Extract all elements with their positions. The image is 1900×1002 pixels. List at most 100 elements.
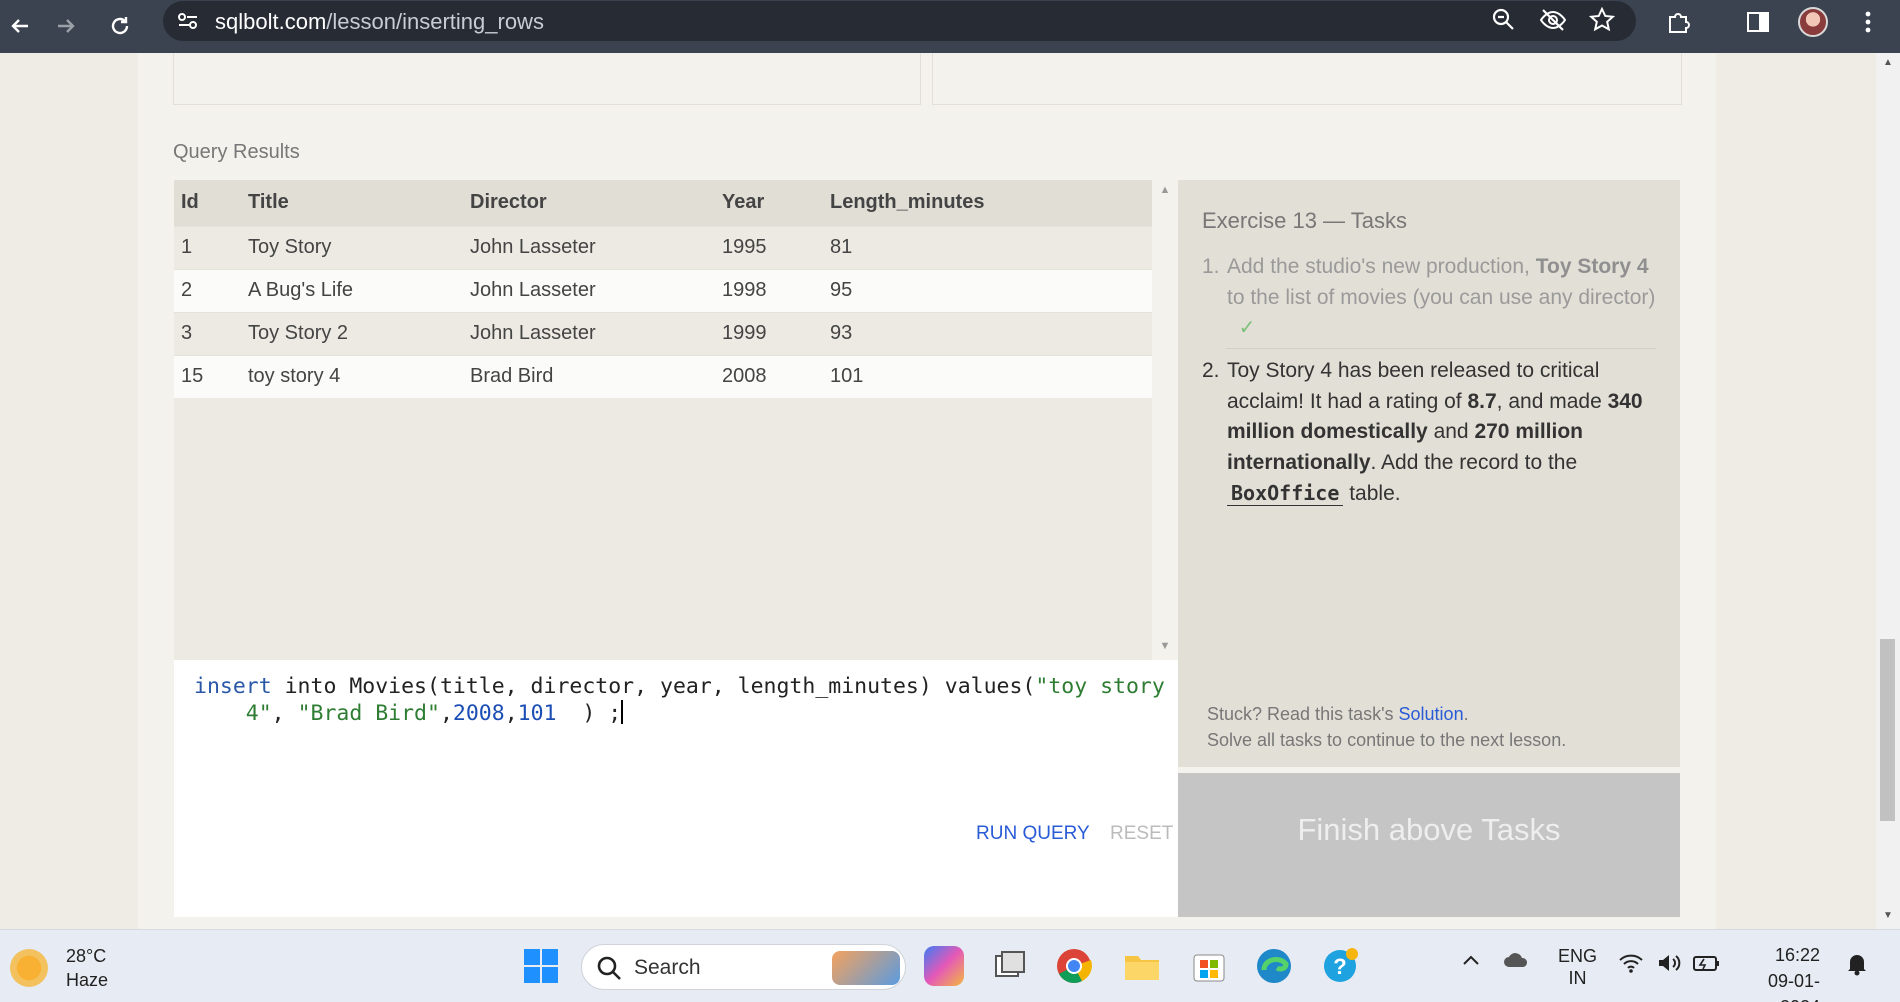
query-results-table: Id Title Director Year Length_minutes 1 …	[174, 180, 1152, 660]
reset-button[interactable]: RESET	[1110, 823, 1173, 845]
search-highlight-image	[832, 951, 900, 985]
task-view-icon[interactable]	[990, 946, 1030, 986]
code-text: ,	[439, 701, 453, 726]
battery-icon[interactable]	[1692, 952, 1720, 979]
system-clock[interactable]: 16:22 09-01-2024	[1736, 942, 1820, 1002]
table-name-chip: BoxOffice	[1227, 481, 1344, 506]
language-code: ENG	[1558, 946, 1598, 966]
table-cell: Toy Story 2	[248, 311, 470, 355]
finish-label: Finish above Tasks	[1297, 812, 1561, 847]
stuck-hint: Stuck? Read this task's Solution. Solve …	[1207, 701, 1566, 753]
table-cell: A Bug's Life	[248, 268, 470, 312]
code-text: into Movies(title, director, year, lengt…	[271, 674, 1036, 699]
wifi-icon[interactable]	[1618, 952, 1644, 979]
windows-taskbar: 28°C Haze Search ? ENG IN 16:22 09-01-	[0, 929, 1900, 1002]
table-cell: John Lasseter	[470, 268, 722, 312]
results-scroll-down-icon[interactable]: ▼	[1158, 640, 1172, 654]
svg-text:?: ?	[1333, 954, 1346, 979]
zoom-icon[interactable]	[1491, 7, 1517, 38]
temperature: 28°C	[66, 946, 107, 966]
column-header: Length_minutes	[830, 180, 1152, 226]
table-cell: 1	[174, 225, 248, 269]
chrome-icon[interactable]	[1054, 946, 1094, 986]
bookmark-star-icon[interactable]	[1588, 6, 1616, 38]
table-cell: 93	[830, 311, 1152, 355]
query-results-label: Query Results	[173, 141, 300, 163]
onedrive-cloud-icon[interactable]	[1502, 950, 1530, 975]
code-text: ) ;	[556, 701, 622, 726]
sql-editor[interactable]: insert into Movies(title, director, year…	[174, 660, 1178, 917]
microsoft-store-icon[interactable]	[1189, 946, 1229, 986]
table-cell: 1995	[722, 225, 830, 269]
task-text: table.	[1343, 482, 1401, 505]
copilot-icon[interactable]	[924, 946, 964, 986]
eye-off-icon[interactable]	[1539, 7, 1567, 38]
site-info-icon[interactable]	[177, 11, 199, 36]
table-cell: 81	[830, 225, 1152, 269]
task-text-bold: 8.7	[1467, 389, 1497, 413]
volume-icon[interactable]	[1656, 952, 1682, 979]
region-code: IN	[1568, 968, 1587, 988]
taskbar-search[interactable]: Search	[581, 944, 906, 990]
menu-kebab-icon[interactable]	[1850, 4, 1886, 40]
text-cursor	[621, 700, 624, 724]
table-header-row: Id Title Director Year Length_minutes	[174, 180, 1152, 226]
table-row: 15 toy story 4 Brad Bird 2008 101	[174, 354, 1152, 398]
reload-icon[interactable]	[100, 6, 140, 46]
task-text-bold: Toy Story 4	[1535, 255, 1649, 278]
edge-icon[interactable]	[1254, 946, 1294, 986]
results-scroll-up-icon[interactable]: ▲	[1158, 184, 1172, 198]
back-icon[interactable]	[0, 6, 40, 46]
search-icon	[596, 955, 622, 986]
finish-tasks-button[interactable]: Finish above Tasks	[1178, 773, 1680, 917]
column-header: Title	[248, 180, 470, 226]
previous-panel-right	[932, 53, 1682, 105]
language-indicator[interactable]: ENG IN	[1558, 945, 1597, 989]
table-cell: John Lasseter	[470, 311, 722, 355]
table-row: 1 Toy Story John Lasseter 1995 81	[174, 225, 1152, 269]
clock-time: 16:22	[1774, 945, 1820, 965]
extensions-icon[interactable]	[1661, 4, 1697, 40]
show-hidden-icons-icon[interactable]	[1460, 950, 1482, 977]
sql-code[interactable]: insert into Movies(title, director, year…	[194, 673, 1165, 727]
weather-widget[interactable]: 28°C Haze	[10, 944, 108, 992]
web-page: Query Results Id Title Director Year Len…	[0, 53, 1900, 929]
checkmark-icon: ✓	[1238, 317, 1256, 339]
profile-avatar[interactable]	[1795, 4, 1831, 40]
scroll-down-icon[interactable]: ▼	[1881, 910, 1895, 921]
windows-start-icon[interactable]	[521, 946, 561, 986]
notification-bell-icon[interactable]	[1846, 952, 1868, 981]
code-number: 101	[517, 701, 557, 726]
code-text: ,	[504, 701, 518, 726]
task-number: 2.	[1202, 359, 1220, 382]
task-text: to the list of movies (you can use any d…	[1227, 285, 1656, 309]
file-explorer-icon[interactable]	[1122, 946, 1162, 986]
clock-date: 09-01-2024	[1767, 971, 1820, 1002]
page-scrollbar[interactable]: ▲ ▼	[1876, 53, 1900, 929]
scrollbar-thumb[interactable]	[1880, 639, 1895, 821]
code-text: ,	[271, 701, 298, 726]
table-cell: 2	[174, 268, 248, 312]
column-header: Year	[722, 180, 830, 226]
task-text: . Add the record to the	[1370, 450, 1578, 474]
stuck-text: Solve all tasks to continue to the next …	[1207, 730, 1567, 750]
forward-icon[interactable]	[46, 6, 86, 46]
address-bar[interactable]: sqlbolt.com/lesson/inserting_rows	[163, 1, 1636, 41]
code-keyword: insert	[194, 674, 272, 699]
tasks-title: Exercise 13 — Tasks	[1202, 208, 1408, 233]
side-panel-icon[interactable]	[1740, 4, 1776, 40]
weather-condition: Haze	[66, 970, 109, 990]
column-header: Id	[174, 180, 248, 226]
task-text: and	[1427, 420, 1475, 443]
previous-panel-left	[173, 53, 921, 105]
weather-sun-icon	[10, 949, 48, 987]
run-query-button[interactable]: RUN QUERY	[976, 823, 1090, 845]
code-string: "Brad Bird"	[297, 701, 440, 726]
scroll-up-icon[interactable]: ▲	[1881, 57, 1895, 68]
code-number: 2008	[452, 701, 505, 726]
table-cell: 1999	[722, 311, 830, 355]
stuck-text: Stuck? Read this task's	[1207, 704, 1399, 724]
table-cell: 101	[830, 354, 1152, 398]
solution-link[interactable]: Solution	[1399, 704, 1464, 724]
help-icon[interactable]: ?	[1320, 946, 1360, 986]
